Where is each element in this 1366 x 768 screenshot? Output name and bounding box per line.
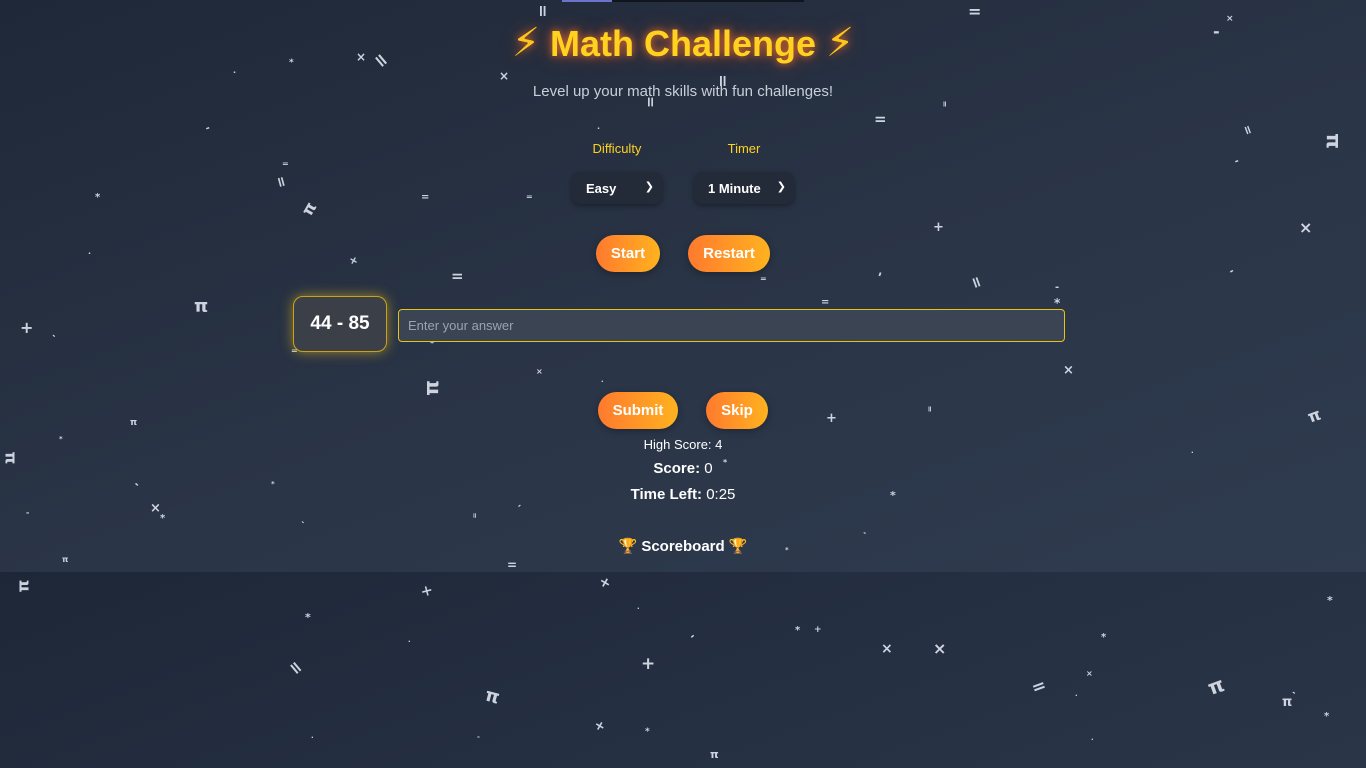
score-label: Score: xyxy=(653,460,701,477)
high-score-value: 4 xyxy=(715,437,723,452)
answer-placeholder: Enter your answer xyxy=(408,318,514,333)
page-subtitle: Level up your math skills with fun chall… xyxy=(532,83,834,100)
submit-button[interactable]: Submit xyxy=(598,392,678,429)
trophy-icon: 🏆 xyxy=(618,538,638,555)
page-title-text: Math Challenge xyxy=(549,23,817,64)
scoreboard-title: Scoreboard xyxy=(641,538,725,555)
scoreboard-heading: 🏆 Scoreboard 🏆 xyxy=(0,537,1366,555)
difficulty-label: Difficulty xyxy=(592,141,642,156)
lightning-icon: ⚡ xyxy=(826,21,855,65)
time-left-label: Time Left: xyxy=(630,486,703,503)
math-problem: 44 - 85 xyxy=(293,296,387,352)
score-value: 0 xyxy=(704,460,713,477)
page-background xyxy=(0,572,1366,768)
trophy-icon: 🏆 xyxy=(728,538,748,555)
page-title: ⚡ Math Challenge ⚡ xyxy=(0,20,1366,66)
skip-button[interactable]: Skip xyxy=(706,392,768,429)
timer-select[interactable]: 1 Minute ❯ xyxy=(694,172,794,204)
high-score-label: High Score: xyxy=(643,437,712,452)
time-left-value: 0:25 xyxy=(706,486,736,503)
timer-select-value: 1 Minute xyxy=(708,180,761,196)
high-score: High Score: 4 xyxy=(0,437,1366,452)
chevron-down-icon: ❯ xyxy=(776,181,786,193)
restart-button[interactable]: Restart xyxy=(688,235,770,272)
active-tab-indicator xyxy=(562,0,612,2)
top-tab-strip xyxy=(562,0,804,2)
time-left: Time Left: 0:25 xyxy=(0,486,1366,503)
difficulty-select[interactable]: Easy ❯ xyxy=(572,172,662,204)
chevron-down-icon: ❯ xyxy=(644,181,654,193)
lightning-icon: ⚡ xyxy=(511,21,540,65)
start-button[interactable]: Start xyxy=(596,235,660,272)
score: Score: 0 xyxy=(0,460,1366,477)
answer-input[interactable]: Enter your answer xyxy=(398,309,1065,342)
difficulty-select-value: Easy xyxy=(586,180,617,196)
timer-label: Timer xyxy=(727,141,761,156)
